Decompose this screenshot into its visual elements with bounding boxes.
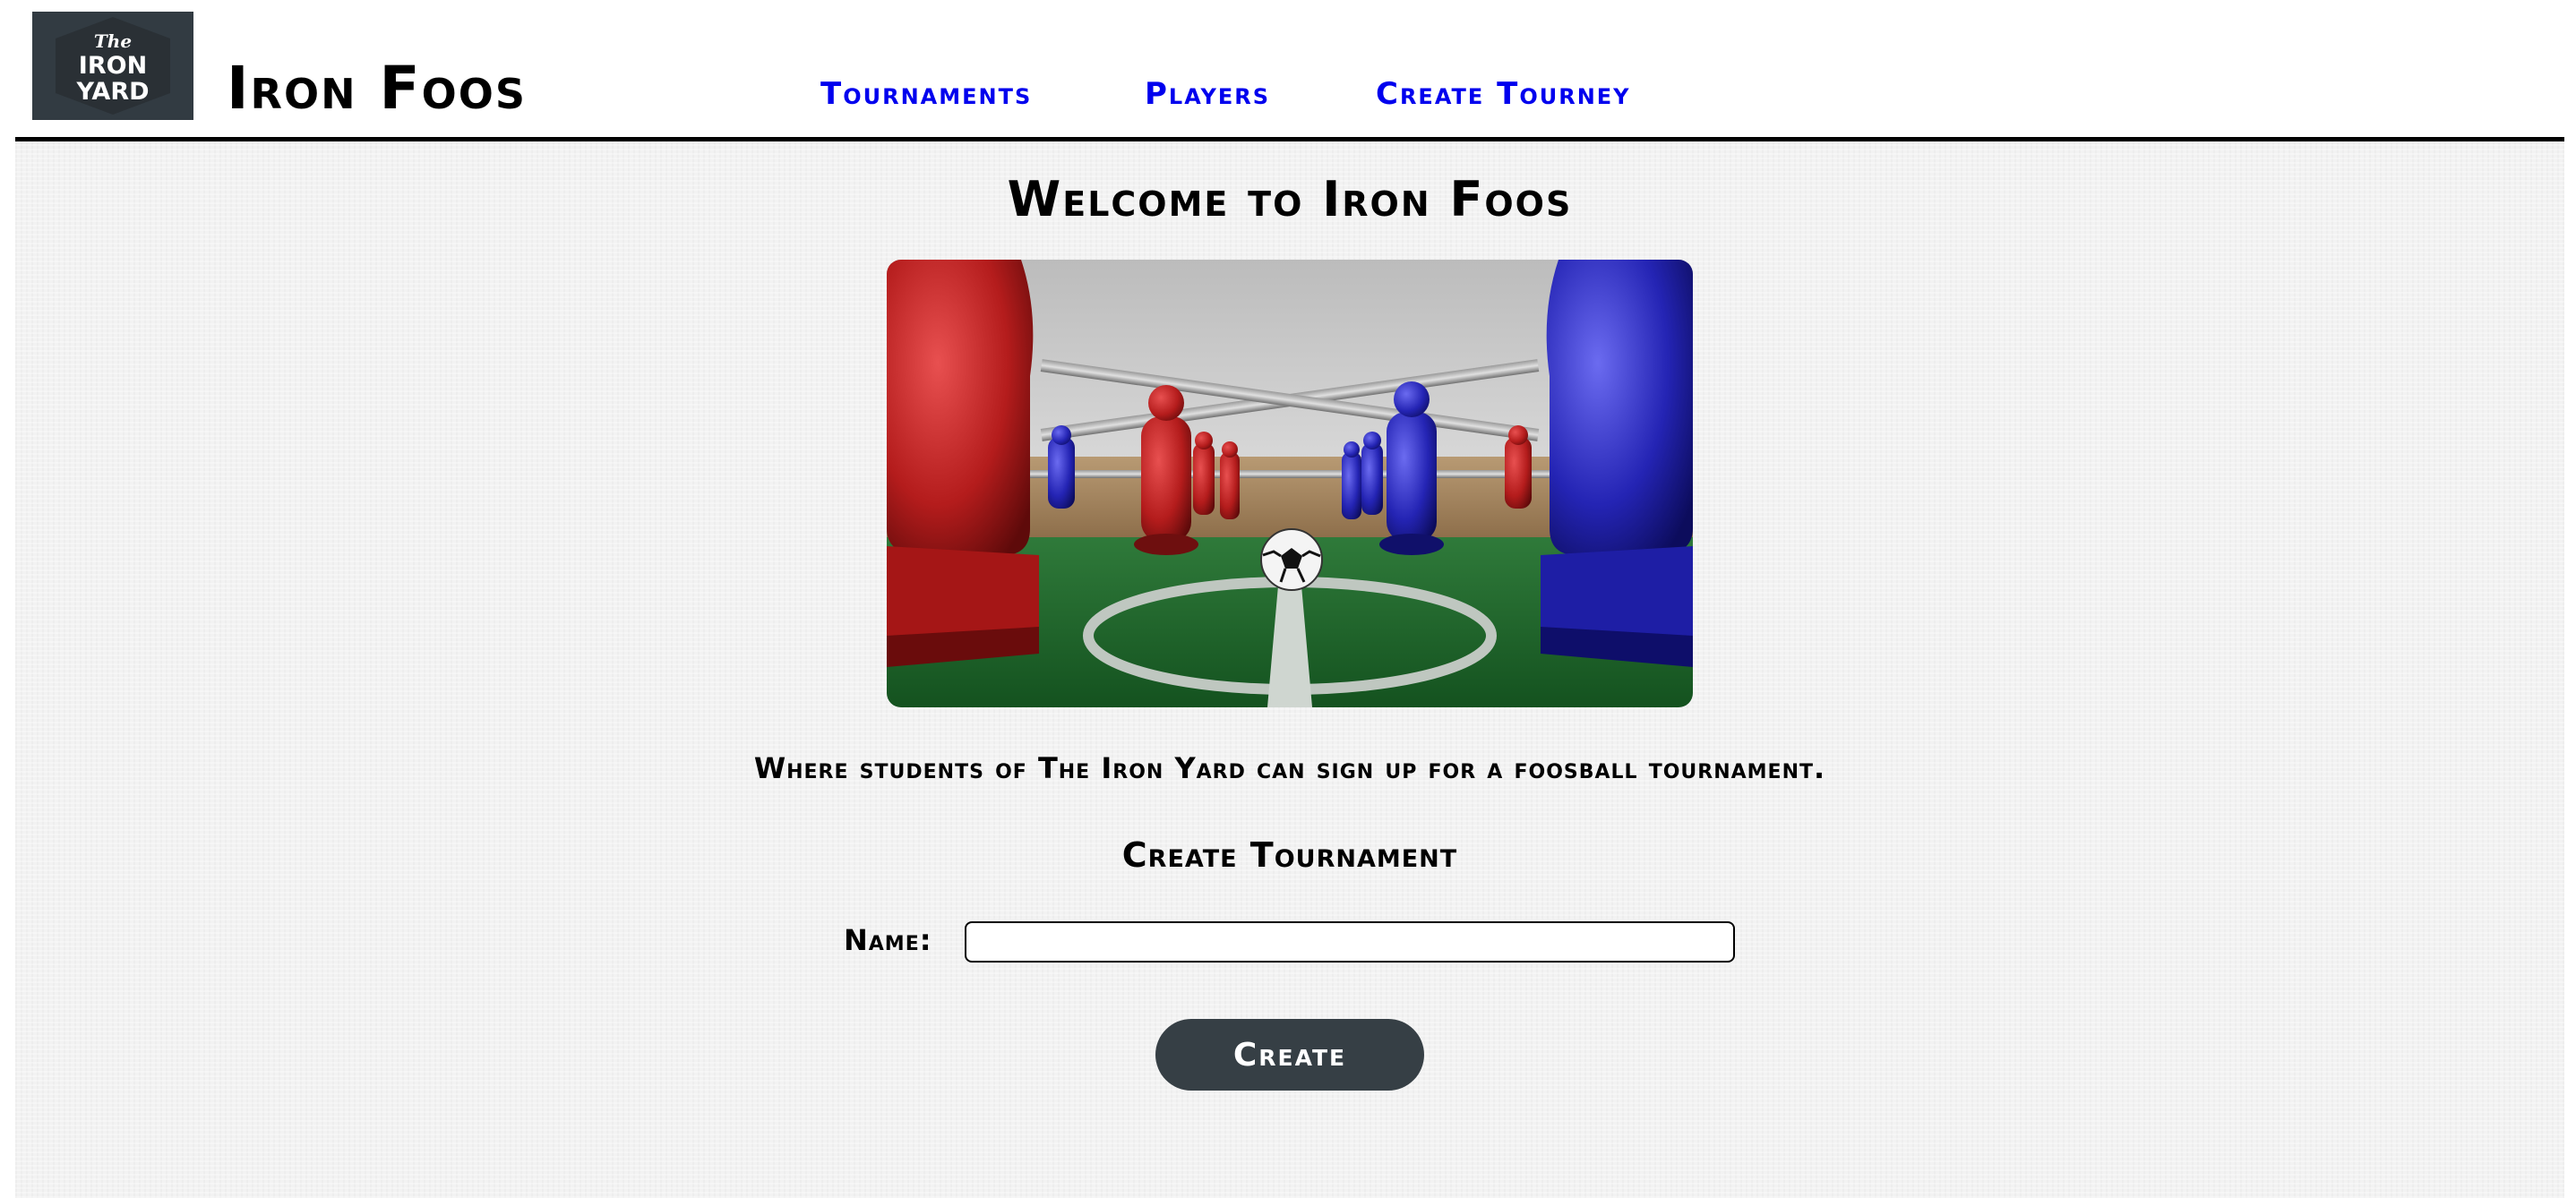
iron-yard-logo[interactable]: The IRON YARD xyxy=(32,12,193,120)
nav-link-tournaments[interactable]: Tournaments xyxy=(820,79,1032,109)
create-tournament-heading: Create Tournament xyxy=(1121,835,1458,875)
logo-line-the: The xyxy=(94,30,132,52)
page: The IRON YARD Iron Foos Tournaments Play… xyxy=(0,0,2576,1198)
name-label: Name: xyxy=(844,923,932,957)
logo-line-yard: YARD xyxy=(75,78,149,106)
nav-link-create-tourney[interactable]: Create Tourney xyxy=(1376,79,1631,109)
main-content: Welcome to Iron Foos Where students of T… xyxy=(15,141,2564,1198)
nav-link-players[interactable]: Players xyxy=(1145,79,1270,109)
site-title: Iron Foos xyxy=(227,54,527,123)
welcome-heading: Welcome to Iron Foos xyxy=(1007,171,1573,227)
tournament-name-input[interactable] xyxy=(965,921,1735,963)
foosball-hero-image xyxy=(887,260,1693,707)
site-header: The IRON YARD Iron Foos Tournaments Play… xyxy=(0,0,2576,143)
tagline: Where students of The Iron Yard can sign… xyxy=(753,751,1826,785)
foosball-table-illustration xyxy=(887,260,1693,707)
create-button[interactable]: Create xyxy=(1155,1019,1424,1091)
hexagon-logo-icon: The IRON YARD xyxy=(56,17,170,115)
logo-line-iron: IRON xyxy=(79,52,147,80)
